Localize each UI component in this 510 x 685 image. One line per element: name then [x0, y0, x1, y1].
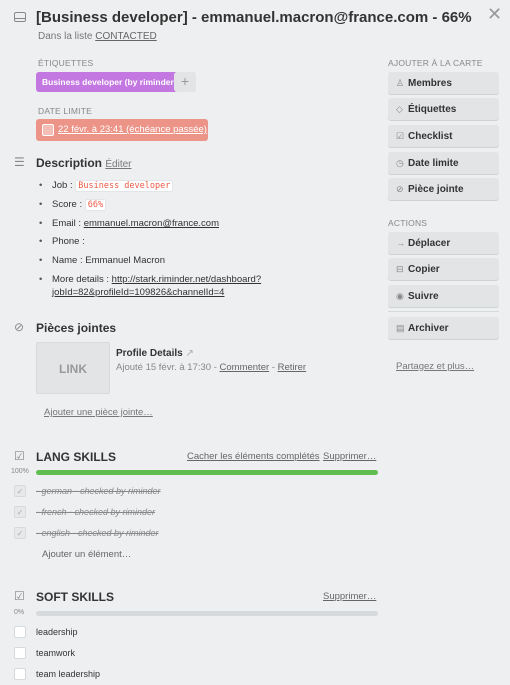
arrow-right-icon: → — [396, 238, 405, 248]
job-code: Business developer — [75, 180, 174, 192]
label-chip[interactable]: Business developer (by riminder) — [36, 72, 183, 92]
item-checkbox[interactable]: ✓ — [14, 527, 26, 539]
list-name-link[interactable]: CONTACTED — [95, 31, 156, 42]
due-date-button[interactable]: ◷ Date limite — [388, 152, 499, 174]
checklist-button[interactable]: ☑ Checklist — [388, 125, 499, 147]
delete-checklist-link[interactable]: Supprimer… — [323, 451, 376, 462]
checklist-progress — [36, 470, 378, 475]
due-checkbox[interactable] — [42, 124, 54, 136]
item-checkbox[interactable]: ✓ — [14, 485, 26, 497]
description-header: Description Éditer — [36, 156, 131, 170]
paperclip-icon: ⊘ — [14, 320, 25, 334]
item-checkbox[interactable] — [14, 668, 26, 680]
members-button[interactable]: ♙ Membres — [388, 72, 499, 94]
checklist-item[interactable]: leadership — [36, 627, 78, 637]
checklist-icon: ☑ — [14, 449, 25, 463]
checklist-title: LANG SKILLS — [36, 450, 116, 464]
description-title: Description — [36, 156, 103, 170]
comment-link[interactable]: Commenter — [220, 362, 270, 373]
in-list-prefix: Dans la liste — [38, 31, 93, 42]
close-icon[interactable]: ✕ — [487, 4, 502, 25]
hide-completed-link[interactable]: Cacher les éléments complétés — [187, 451, 320, 462]
desc-name: Name : Emmanuel Macron — [38, 255, 261, 273]
item-checkbox[interactable] — [14, 647, 26, 659]
checklist-item[interactable]: - french - checked by riminder — [36, 507, 155, 517]
share-more-link[interactable]: Partagez et plus… — [396, 361, 474, 372]
move-button[interactable]: → Déplacer — [388, 232, 499, 254]
sidebar-divider — [388, 311, 499, 312]
desc-more-details: More details : http://stark.riminder.net… — [38, 273, 261, 299]
watch-button[interactable]: ◉ Suivre — [388, 285, 499, 307]
actions-heading: ACTIONS — [388, 218, 428, 228]
labels-button[interactable]: ◇ Étiquettes — [388, 98, 499, 120]
labels-heading: ÉTIQUETTES — [38, 58, 94, 68]
item-checkbox[interactable]: ✓ — [14, 506, 26, 518]
checklist-item[interactable]: team leadership — [36, 669, 100, 679]
card-title[interactable]: [Business developer] - emmanuel.macron@f… — [36, 9, 472, 26]
item-checkbox[interactable] — [14, 626, 26, 638]
progress-percent: 100% — [11, 468, 29, 475]
due-date-text[interactable]: 22 févr. à 23:41 (échéance passée) — [58, 124, 207, 135]
add-label-button[interactable]: + — [174, 72, 196, 92]
attachment-button[interactable]: ⊘ Pièce jointe — [388, 178, 499, 200]
checklist-item[interactable]: - english - checked by riminder — [36, 528, 159, 538]
description-list: Job : Business developer Score : 66% Ema… — [38, 180, 261, 299]
desc-score: Score : 66% — [38, 199, 261, 218]
card-icon — [14, 12, 26, 22]
attachment-name[interactable]: Profile Details ↗ — [116, 348, 194, 359]
checklist-progress — [36, 611, 378, 616]
checklist-title: SOFT SKILLS — [36, 590, 114, 604]
progress-percent: 0% — [14, 609, 25, 616]
checklist-item[interactable]: teamwork — [36, 648, 75, 658]
checklist-icon: ☑ — [396, 131, 405, 141]
add-item-link[interactable]: Ajouter un élément… — [42, 549, 131, 560]
archive-icon: ▤ — [396, 323, 405, 333]
desc-phone: Phone : — [38, 236, 261, 255]
clock-icon: ◷ — [396, 158, 404, 168]
add-attachment-link[interactable]: Ajouter une pièce jointe… — [44, 407, 153, 418]
attachment-meta: Ajouté 15 févr. à 17:30 - Commenter - Re… — [116, 362, 307, 373]
external-link-icon: ↗ — [185, 348, 194, 359]
progress-fill — [36, 470, 378, 475]
copy-icon: ⊟ — [396, 264, 404, 274]
copy-button[interactable]: ⊟ Copier — [388, 258, 499, 280]
paperclip-icon: ⊘ — [396, 184, 404, 194]
add-to-card-heading: AJOUTER À LA CARTE — [388, 58, 483, 68]
archive-button[interactable]: ▤ Archiver — [388, 317, 499, 339]
attachment-thumbnail[interactable]: LINK — [36, 342, 110, 394]
attachments-title: Pièces jointes — [36, 321, 117, 335]
remove-link[interactable]: Retirer — [278, 362, 307, 373]
desc-email: Email : emmanuel.macron@france.com — [38, 218, 261, 236]
due-heading: DATE LIMITE — [38, 106, 92, 116]
checklist-icon: ☑ — [14, 589, 25, 603]
due-date-badge[interactable]: 22 févr. à 23:41 (échéance passée) — [36, 119, 208, 141]
eye-icon: ◉ — [396, 291, 404, 301]
email-link[interactable]: emmanuel.macron@france.com — [84, 218, 219, 229]
person-icon: ♙ — [396, 78, 405, 88]
list-info: Dans la liste CONTACTED — [38, 31, 157, 42]
description-edit-link[interactable]: Éditer — [105, 159, 131, 170]
desc-job: Job : Business developer — [38, 180, 261, 199]
description-icon: ☰ — [14, 155, 25, 169]
checklist-item[interactable]: - german - checked by riminder — [36, 486, 161, 496]
tag-icon: ◇ — [396, 104, 403, 114]
delete-checklist-link[interactable]: Supprimer… — [323, 591, 376, 602]
score-code: 66% — [84, 199, 107, 211]
